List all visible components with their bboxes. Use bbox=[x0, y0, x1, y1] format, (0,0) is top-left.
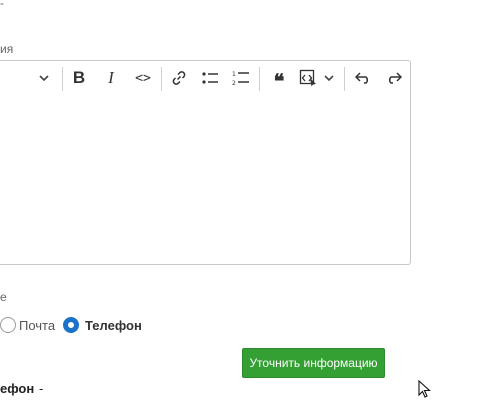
contact-radio-phone[interactable] bbox=[63, 317, 79, 333]
editor-content-area[interactable] bbox=[0, 95, 411, 265]
toolbar-separator bbox=[62, 67, 63, 91]
contact-radio-email[interactable] bbox=[0, 317, 16, 333]
section-label-fragment: е bbox=[0, 290, 7, 304]
link-icon[interactable] bbox=[167, 61, 191, 95]
toolbar-separator bbox=[344, 67, 345, 91]
field-label-fragment: ия bbox=[0, 42, 14, 56]
contact-radio-phone-label: Телефон bbox=[85, 318, 142, 333]
redo-icon[interactable] bbox=[382, 61, 406, 95]
blockquote-button[interactable]: ❝ bbox=[267, 61, 291, 95]
svg-text:2: 2 bbox=[232, 80, 236, 86]
heading-dropdown-chevron-icon[interactable] bbox=[33, 61, 55, 95]
bulleted-list-icon[interactable] bbox=[198, 61, 222, 95]
source-dropdown-chevron-icon[interactable] bbox=[321, 61, 337, 95]
undo-icon[interactable] bbox=[351, 61, 375, 95]
source-editing-icon[interactable] bbox=[297, 61, 319, 95]
contact-radio-email-label: Почта bbox=[19, 318, 56, 333]
code-button[interactable]: <> bbox=[130, 61, 156, 95]
toolbar-separator bbox=[161, 67, 162, 91]
toolbar-separator bbox=[259, 67, 260, 91]
clarify-info-button[interactable]: Уточнить информацию bbox=[242, 348, 385, 378]
bold-button[interactable]: B bbox=[67, 61, 91, 95]
svg-text:1: 1 bbox=[232, 71, 236, 78]
top-dash: - bbox=[0, 0, 4, 10]
italic-button[interactable]: I bbox=[99, 61, 123, 95]
bottom-label-fragment: ефон bbox=[0, 381, 35, 396]
editor-toolbar: B I <> 12 ❝ bbox=[0, 60, 411, 96]
numbered-list-icon[interactable]: 12 bbox=[229, 61, 253, 95]
mouse-cursor-icon bbox=[418, 379, 434, 403]
bottom-dash: - bbox=[39, 381, 44, 396]
